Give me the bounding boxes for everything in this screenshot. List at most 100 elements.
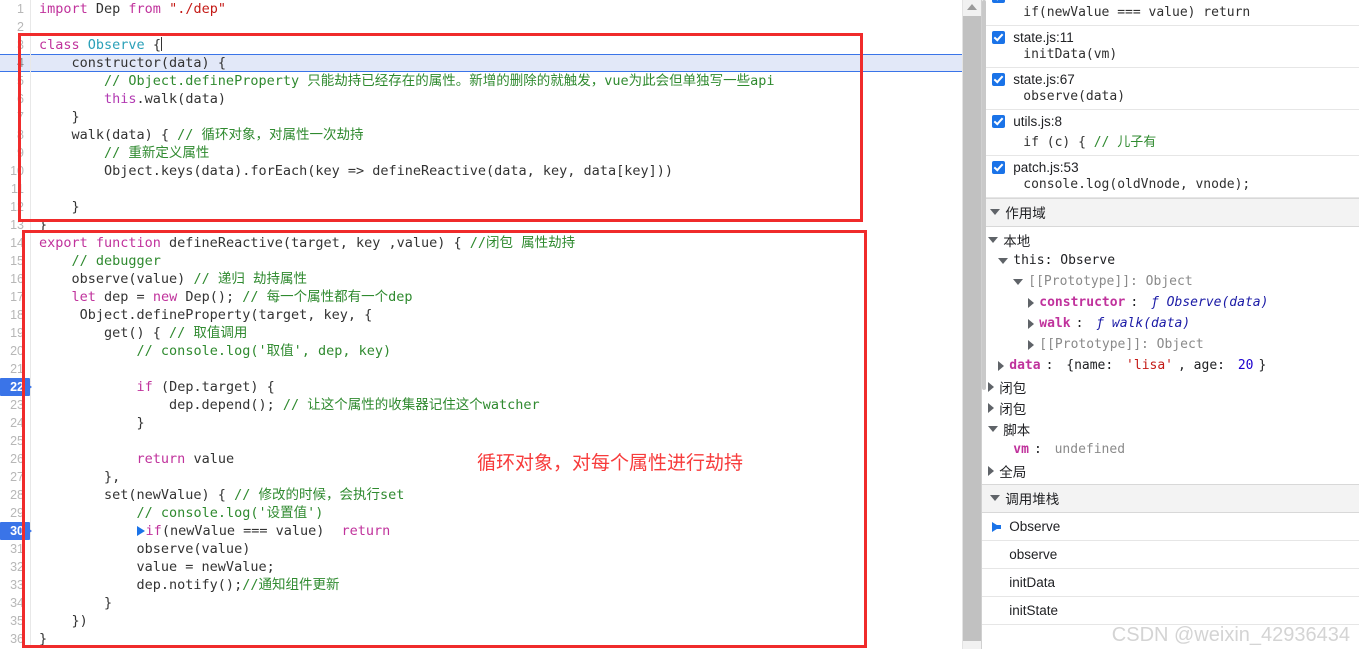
line-number[interactable]: 19 xyxy=(0,324,30,342)
callstack-row[interactable]: initData xyxy=(982,569,1359,597)
line-number[interactable]: 32 xyxy=(0,558,30,576)
sidebar-scrollbar-thumb[interactable] xyxy=(982,0,987,390)
code-line[interactable]: 1 import Dep from "./dep" xyxy=(0,0,981,18)
line-number[interactable]: 26 xyxy=(0,450,30,468)
line-number[interactable]: 14 xyxy=(0,234,30,252)
code-line[interactable]: 7 } xyxy=(0,108,981,126)
breakpoint-checkbox[interactable] xyxy=(992,31,1006,44)
code-text[interactable]: } xyxy=(31,108,981,126)
line-number[interactable]: 12 xyxy=(0,198,30,216)
line-number[interactable]: 29 xyxy=(0,504,30,522)
line-number[interactable]: 15 xyxy=(0,252,30,270)
scope-vm-row[interactable]: vm: undefined xyxy=(982,439,1359,460)
scrollbar-thumb[interactable] xyxy=(963,16,982,641)
line-number[interactable]: 33 xyxy=(0,576,30,594)
code-text[interactable]: } xyxy=(31,414,981,432)
code-line[interactable]: 16 observe(value) // 递归 劫持属性 xyxy=(0,270,981,288)
code-text[interactable]: Object.keys(data).forEach(key => defineR… xyxy=(31,162,981,180)
line-number[interactable]: 9 xyxy=(0,144,30,162)
line-number[interactable]: 1 xyxy=(0,0,30,18)
line-number[interactable]: 36 xyxy=(0,630,30,648)
line-number[interactable]: 8 xyxy=(0,126,30,144)
callstack-row[interactable]: observe xyxy=(982,541,1359,569)
line-number[interactable]: 28 xyxy=(0,486,30,504)
editor-vertical-scrollbar[interactable] xyxy=(962,0,982,649)
code-text[interactable]: get() { // 取值调用 xyxy=(31,324,981,342)
scope-walk-row[interactable]: walk: ƒ walk(data) xyxy=(982,313,1359,334)
callstack-list[interactable]: Observe observe initData initState xyxy=(982,513,1359,625)
code-text[interactable]: dep.notify();//通知组件更新 xyxy=(31,576,981,594)
code-line[interactable]: 13} xyxy=(0,216,981,234)
code-line[interactable]: 34 } xyxy=(0,594,981,612)
breakpoint-item[interactable]: state.js:67 observe(data) xyxy=(982,68,1359,110)
code-line[interactable]: 11 xyxy=(0,180,981,198)
line-number[interactable]: 24 xyxy=(0,414,30,432)
scope-data-row[interactable]: data: {name: 'lisa', age: 20} xyxy=(982,355,1359,376)
code-line[interactable]: 22 if (Dep.target) { xyxy=(0,378,981,396)
line-number[interactable]: 27 xyxy=(0,468,30,486)
line-number[interactable]: 2 xyxy=(0,18,30,36)
code-text[interactable]: } xyxy=(31,594,981,612)
line-number[interactable]: 6 xyxy=(0,90,30,108)
line-number[interactable]: 13 xyxy=(0,216,30,234)
line-number[interactable]: 16 xyxy=(0,270,30,288)
line-number[interactable]: 11 xyxy=(0,180,30,198)
line-number[interactable]: 20 xyxy=(0,342,30,360)
code-line[interactable]: 15 // debugger xyxy=(0,252,981,270)
code-text[interactable]: }) xyxy=(31,612,981,630)
breakpoint-checkbox[interactable] xyxy=(992,115,1006,128)
code-line[interactable]: 31 observe(value) xyxy=(0,540,981,558)
code-line[interactable]: 4 constructor(data) { xyxy=(0,54,982,72)
code-line[interactable]: 21 xyxy=(0,360,981,378)
code-text[interactable]: // console.log('设置值') xyxy=(31,504,981,522)
code-line[interactable]: 10 Object.keys(data).forEach(key => defi… xyxy=(0,162,981,180)
source-editor-pane[interactable]: 1 import Dep from "./dep" 2 3 class Observe … xyxy=(0,0,982,649)
line-number[interactable]: 7 xyxy=(0,108,30,126)
breakpoint-checkbox[interactable] xyxy=(992,161,1006,174)
breakpoint-item[interactable]: utils.js:8 if (c) { // 儿子有 xyxy=(982,110,1359,156)
breakpoint-header[interactable]: patch.js:53 xyxy=(992,160,1359,175)
scope-section-header[interactable]: 作用域 xyxy=(982,198,1359,227)
code-text[interactable]: } xyxy=(31,630,981,648)
code-text[interactable]: observe(value) // 递归 劫持属性 xyxy=(31,270,981,288)
code-line[interactable]: 5 // Object.defineProperty 只能劫持已经存在的属性。新… xyxy=(0,72,981,90)
code-text[interactable]: set(newValue) { // 修改的时候，会执行set xyxy=(31,486,981,504)
code-text[interactable]: value = newValue; xyxy=(31,558,981,576)
code-line[interactable]: 30 if(newValue === value) return xyxy=(0,522,981,540)
breakpoint-checkbox[interactable] xyxy=(992,0,1006,3)
code-text[interactable]: walk(data) { // 循环对象，对属性一次劫持 xyxy=(31,126,981,144)
code-text[interactable]: class Observe { xyxy=(31,36,981,54)
code-line[interactable]: 29 // console.log('设置值') xyxy=(0,504,981,522)
code-text[interactable]: // console.log('取值', dep, key) xyxy=(31,342,981,360)
debugger-sidebar[interactable]: if(newValue === value) return state.js:11… xyxy=(981,0,1359,649)
scope-tree[interactable]: 本地 this: Observe [[Prototype]]: Object c… xyxy=(982,227,1359,481)
code-line[interactable]: 3 class Observe { xyxy=(0,36,981,54)
code-text[interactable]: this.walk(data) xyxy=(31,90,981,108)
code-line[interactable]: 17 let dep = new Dep(); // 每一个属性都有一个dep xyxy=(0,288,981,306)
breakpoint-item[interactable]: patch.js:53 console.log(oldVnode, vnode); xyxy=(982,156,1359,198)
scope-global-row[interactable]: 全局 xyxy=(982,460,1359,481)
code-line[interactable]: 2 xyxy=(0,18,981,36)
scope-local-row[interactable]: 本地 xyxy=(982,229,1359,250)
scope-this-row[interactable]: this: Observe xyxy=(982,250,1359,271)
scope-script-row[interactable]: 脚本 xyxy=(982,418,1359,439)
code-text[interactable]: if(newValue === value) return xyxy=(31,522,981,540)
code-text[interactable]: // Object.defineProperty 只能劫持已经存在的属性。新增的… xyxy=(31,72,981,90)
line-number[interactable]: 21 xyxy=(0,360,30,378)
code-line[interactable]: 33 dep.notify();//通知组件更新 xyxy=(0,576,981,594)
code-line[interactable]: 9 // 重新定义属性 xyxy=(0,144,981,162)
scope-closure-row-2[interactable]: 闭包 xyxy=(982,397,1359,418)
code-line[interactable]: 19 get() { // 取值调用 xyxy=(0,324,981,342)
line-number[interactable]: 34 xyxy=(0,594,30,612)
line-number[interactable]: 5 xyxy=(0,72,30,90)
callstack-row[interactable]: Observe xyxy=(982,513,1359,541)
code-line[interactable]: 12 } xyxy=(0,198,981,216)
code-line[interactable]: 32 value = newValue; xyxy=(0,558,981,576)
code-line[interactable]: 8 walk(data) { // 循环对象，对属性一次劫持 xyxy=(0,126,981,144)
code-line[interactable]: 35 }) xyxy=(0,612,981,630)
code-line[interactable]: 18 Object.defineProperty(target, key, { xyxy=(0,306,981,324)
code-line[interactable]: 23 dep.depend(); // 让这个属性的收集器记住这个watcher xyxy=(0,396,981,414)
breakpoint-arrow-icon[interactable] xyxy=(25,382,32,392)
callstack-row[interactable]: initState xyxy=(982,597,1359,625)
breakpoints-list[interactable]: if(newValue === value) return state.js:11… xyxy=(982,0,1359,198)
